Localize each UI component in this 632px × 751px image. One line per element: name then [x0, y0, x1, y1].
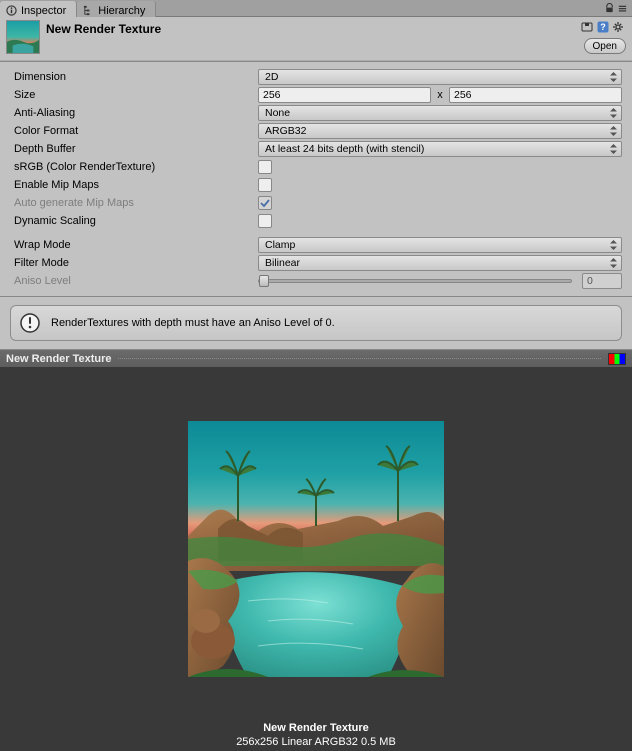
tab-dock-controls [604, 0, 632, 16]
label-enable-mip: Enable Mip Maps [14, 179, 258, 191]
rgb-channel-toggle[interactable] [608, 353, 626, 365]
hierarchy-icon [83, 5, 94, 16]
dropdown-filter-mode[interactable]: Bilinear [258, 255, 622, 271]
preview-caption-meta: 256x256 Linear ARGB32 0.5 MB [0, 735, 632, 749]
checkbox-srgb[interactable] [258, 160, 272, 174]
dropdown-anti-aliasing[interactable]: None [258, 105, 622, 121]
tab-hierarchy[interactable]: Hierarchy [77, 1, 156, 18]
aniso-value-field: 0 [582, 273, 622, 289]
checkbox-auto-mip [258, 196, 272, 210]
asset-bundle-icon[interactable] [580, 20, 594, 34]
texture-preview-image [188, 421, 444, 677]
size-separator: x [435, 89, 445, 101]
row-wrap-mode: Wrap Mode Clamp [14, 236, 622, 254]
info-icon [6, 5, 17, 16]
header-right: ? Open [580, 20, 626, 54]
open-button[interactable]: Open [584, 38, 626, 54]
label-size: Size [14, 89, 258, 101]
preview-divider-line [118, 358, 602, 359]
properties-panel: Dimension 2D Size 256 x 256 Anti-Aliasin… [0, 61, 632, 297]
row-auto-mip: Auto generate Mip Maps [14, 194, 622, 212]
label-dynamic-scaling: Dynamic Scaling [14, 215, 258, 227]
asset-thumbnail [6, 20, 40, 54]
asset-name: New Render Texture [46, 20, 574, 36]
checkbox-enable-mip[interactable] [258, 178, 272, 192]
preview-caption-name: New Render Texture [0, 721, 632, 735]
label-anti-aliasing: Anti-Aliasing [14, 107, 258, 119]
warning-icon [19, 312, 41, 334]
label-aniso-level: Aniso Level [14, 275, 258, 287]
tab-label: Hierarchy [98, 5, 145, 17]
label-srgb: sRGB (Color RenderTexture) [14, 161, 258, 173]
dropdown-wrap-mode[interactable]: Clamp [258, 237, 622, 253]
row-aniso-level: Aniso Level 0 [14, 272, 622, 290]
row-filter-mode: Filter Mode Bilinear [14, 254, 622, 272]
checkbox-dynamic-scaling[interactable] [258, 214, 272, 228]
tab-menu-icon[interactable] [617, 3, 628, 14]
slider-aniso [258, 279, 572, 283]
tab-label: Inspector [21, 5, 66, 17]
row-srgb: sRGB (Color RenderTexture) [14, 158, 622, 176]
preview-caption: New Render Texture 256x256 Linear ARGB32… [0, 721, 632, 749]
label-dimension: Dimension [14, 71, 258, 83]
label-wrap-mode: Wrap Mode [14, 239, 258, 251]
dropdown-color-format[interactable]: ARGB32 [258, 123, 622, 139]
info-box: RenderTextures with depth must have an A… [10, 305, 622, 341]
size-width-field[interactable]: 256 [258, 87, 431, 103]
row-anti-aliasing: Anti-Aliasing None [14, 104, 622, 122]
size-height-field[interactable]: 256 [449, 87, 622, 103]
dropdown-dimension[interactable]: 2D [258, 69, 622, 85]
preview-title: New Render Texture [6, 353, 112, 365]
label-color-format: Color Format [14, 125, 258, 137]
slider-thumb [259, 275, 269, 287]
tab-bar: Inspector Hierarchy [0, 0, 632, 17]
label-filter-mode: Filter Mode [14, 257, 258, 269]
tab-inspector[interactable]: Inspector [0, 1, 77, 18]
row-size: Size 256 x 256 [14, 86, 622, 104]
label-auto-mip: Auto generate Mip Maps [14, 197, 258, 209]
row-enable-mip: Enable Mip Maps [14, 176, 622, 194]
row-dimension: Dimension 2D [14, 68, 622, 86]
info-wrap: RenderTextures with depth must have an A… [0, 297, 632, 350]
row-color-format: Color Format ARGB32 [14, 122, 622, 140]
label-depth-buffer: Depth Buffer [14, 143, 258, 155]
preview-bar[interactable]: New Render Texture [0, 350, 632, 367]
help-icon[interactable]: ? [596, 20, 610, 34]
dropdown-depth-buffer[interactable]: At least 24 bits depth (with stencil) [258, 141, 622, 157]
svg-text:?: ? [600, 22, 606, 32]
preview-area: New Render Texture 256x256 Linear ARGB32… [0, 367, 632, 751]
gear-icon[interactable] [612, 20, 626, 34]
lock-icon[interactable] [604, 3, 615, 14]
info-text: RenderTextures with depth must have an A… [51, 317, 335, 329]
asset-header: New Render Texture ? Open [0, 17, 632, 61]
row-dynamic-scaling: Dynamic Scaling [14, 212, 622, 230]
row-depth-buffer: Depth Buffer At least 24 bits depth (wit… [14, 140, 622, 158]
